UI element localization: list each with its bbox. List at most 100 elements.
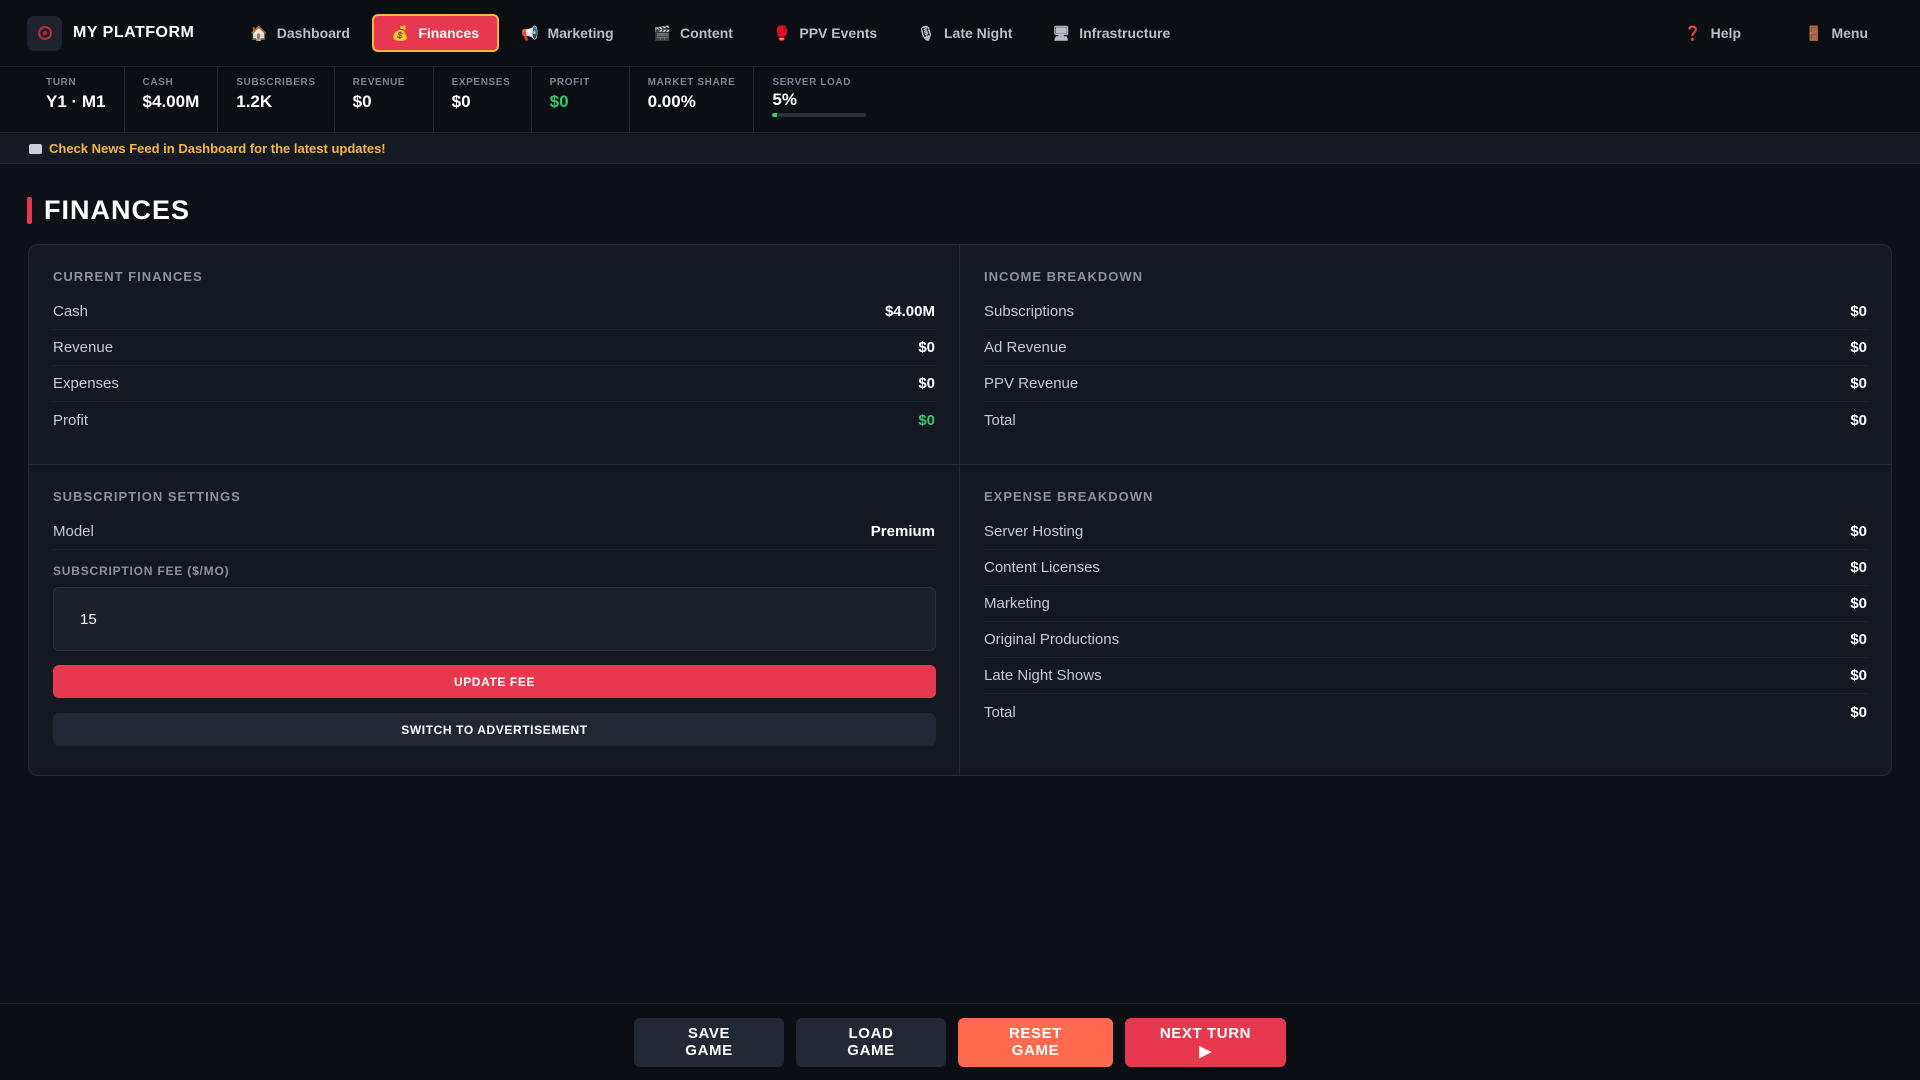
stat-label: PROFIT: [549, 77, 590, 88]
section-title: SUBSCRIPTION SETTINGS: [53, 489, 241, 504]
nav-item-label: Dashboard: [276, 25, 350, 41]
row-value: $0: [918, 411, 935, 429]
nav-item-label: Marketing: [547, 25, 614, 41]
stat-label: EXPENSES: [451, 77, 511, 88]
stat-revenue: REVENUE $0: [335, 67, 434, 133]
nav-item-dashboard[interactable]: 🏠 Dashboard: [232, 14, 368, 52]
row-value: $0: [1850, 303, 1867, 320]
switch-to-advertisement-button[interactable]: SWITCH TO ADVERTISEMENT: [53, 713, 936, 746]
subscription-fee-label: SUBSCRIPTION FEE ($/MO): [53, 564, 230, 578]
nav-item-label: PPV Events: [799, 25, 878, 41]
row-label: Expenses: [53, 375, 119, 392]
record-icon: [27, 15, 62, 51]
stat-value: Y1 · M1: [46, 92, 106, 111]
news-banner: Check News Feed in Dashboard for the lat…: [0, 134, 1920, 164]
row-label: Revenue: [53, 339, 114, 356]
question-mark-icon: ❓: [1684, 24, 1702, 41]
stat-turn: TURN Y1 · M1: [0, 67, 125, 133]
expense-row-original-productions: Original Productions $0: [984, 622, 1867, 658]
subscription-fee-input[interactable]: [53, 587, 936, 651]
finance-row-cash: Cash $4.00M: [53, 294, 935, 330]
reset-game-button[interactable]: RESET GAME: [958, 1017, 1113, 1067]
page-heading: FINANCES: [27, 195, 190, 226]
income-row-subscriptions: Subscriptions $0: [984, 294, 1867, 330]
row-label: Subscriptions: [984, 303, 1075, 320]
row-label: Total: [984, 411, 1016, 429]
menu-button[interactable]: 🚪 Menu: [1787, 14, 1886, 52]
row-label: Server Hosting: [984, 523, 1084, 540]
heading-accent-bar: [27, 197, 32, 224]
income-row-ppv-revenue: PPV Revenue $0: [984, 366, 1867, 402]
section-title: INCOME BREAKDOWN: [984, 269, 1143, 284]
stat-expenses: EXPENSES $0: [434, 67, 532, 133]
row-value: $0: [1850, 375, 1867, 392]
nav-item-marketing[interactable]: 📢 Marketing: [503, 14, 632, 52]
nav-item-ppv-events[interactable]: 🥊 PPV Events: [755, 14, 895, 52]
home-icon: 🏠: [250, 24, 268, 41]
expense-row-marketing: Marketing $0: [984, 586, 1867, 622]
expense-row-server-hosting: Server Hosting $0: [984, 514, 1867, 550]
row-value: $0: [1850, 595, 1867, 612]
load-game-button[interactable]: LOAD GAME: [796, 1017, 946, 1067]
row-label: PPV Revenue: [984, 375, 1079, 392]
model-label: Model: [53, 523, 94, 540]
brand[interactable]: MY PLATFORM: [27, 15, 195, 51]
stat-label: MARKET SHARE: [647, 77, 736, 88]
row-value: $0: [1850, 667, 1867, 684]
megaphone-icon: 📢: [521, 24, 539, 41]
stat-value: 5%: [772, 90, 797, 109]
main-nav: 🏠 Dashboard 💰 Finances 📢 Marketing 🎬 Con…: [232, 14, 1192, 52]
row-label: Ad Revenue: [984, 339, 1067, 356]
nav-item-infrastructure[interactable]: 🖥 Infrastructure: [1034, 14, 1188, 52]
update-fee-button[interactable]: UPDATE FEE: [53, 665, 936, 698]
finance-row-expenses: Expenses $0: [53, 366, 935, 402]
newspaper-icon: [29, 143, 42, 154]
stat-value: 1.2K: [236, 92, 273, 111]
row-value: $0: [1850, 631, 1867, 648]
door-icon: 🚪: [1805, 24, 1823, 41]
stat-label: CASH: [142, 77, 174, 88]
row-value: $0: [1850, 703, 1867, 721]
stat-value: $0: [549, 92, 569, 111]
nav-right: ❓ Help 🚪 Menu: [1642, 14, 1890, 52]
help-button[interactable]: ❓ Help: [1666, 14, 1759, 52]
expense-breakdown-section: EXPENSE BREAKDOWN Server Hosting $0 Cont…: [960, 465, 1891, 775]
row-value: $0: [918, 375, 935, 392]
row-label: Total: [984, 703, 1016, 721]
nav-item-label: Finances: [418, 25, 480, 41]
bottom-action-bar: SAVE GAME LOAD GAME RESET GAME NEXT TURN…: [0, 1003, 1920, 1080]
stat-value: $0: [352, 92, 372, 111]
section-title: EXPENSE BREAKDOWN: [984, 489, 1154, 504]
boxing-glove-icon: 🥊: [772, 24, 791, 41]
finances-panel: CURRENT FINANCES Cash $4.00M Revenue $0 …: [28, 244, 1892, 776]
server-load-fill: [772, 113, 778, 117]
nav-item-late-night[interactable]: 🎙 Late Night: [899, 14, 1030, 52]
stats-bar: TURN Y1 · M1 CASH $4.00M SUBSCRIBERS 1.2…: [0, 67, 1920, 133]
nav-item-label: Content: [680, 25, 733, 41]
next-turn-button[interactable]: NEXT TURN ▶: [1125, 1017, 1286, 1067]
save-game-button[interactable]: SAVE GAME: [634, 1017, 784, 1067]
stat-subscribers: SUBSCRIBERS 1.2K: [218, 67, 335, 133]
row-label: Marketing: [984, 595, 1050, 612]
row-value: $0: [1850, 411, 1867, 429]
page-title: FINANCES: [44, 195, 191, 225]
expense-row-total: Total $0: [984, 694, 1867, 730]
stat-label: REVENUE: [352, 77, 406, 88]
current-finances-section: CURRENT FINANCES Cash $4.00M Revenue $0 …: [29, 245, 960, 465]
row-value: $0: [918, 339, 935, 356]
nav-item-content[interactable]: 🎬 Content: [636, 14, 751, 52]
menu-label: Menu: [1831, 25, 1868, 41]
section-title: CURRENT FINANCES: [53, 269, 203, 284]
stat-value: $4.00M: [142, 92, 200, 111]
income-row-ad-revenue: Ad Revenue $0: [984, 330, 1867, 366]
row-value: $0: [1850, 339, 1867, 356]
income-breakdown-section: INCOME BREAKDOWN Subscriptions $0 Ad Rev…: [960, 245, 1891, 465]
nav-item-label: Late Night: [943, 25, 1013, 41]
brand-name: MY PLATFORM: [73, 24, 195, 41]
row-value: $0: [1850, 523, 1867, 540]
monitor-icon: 🖥: [1052, 24, 1071, 41]
nav-item-finances[interactable]: 💰 Finances: [371, 14, 500, 52]
row-label: Cash: [53, 303, 89, 320]
subscription-settings-section: SUBSCRIPTION SETTINGS Model Premium SUBS…: [29, 465, 960, 775]
clapper-board-icon: 🎬: [653, 24, 672, 41]
